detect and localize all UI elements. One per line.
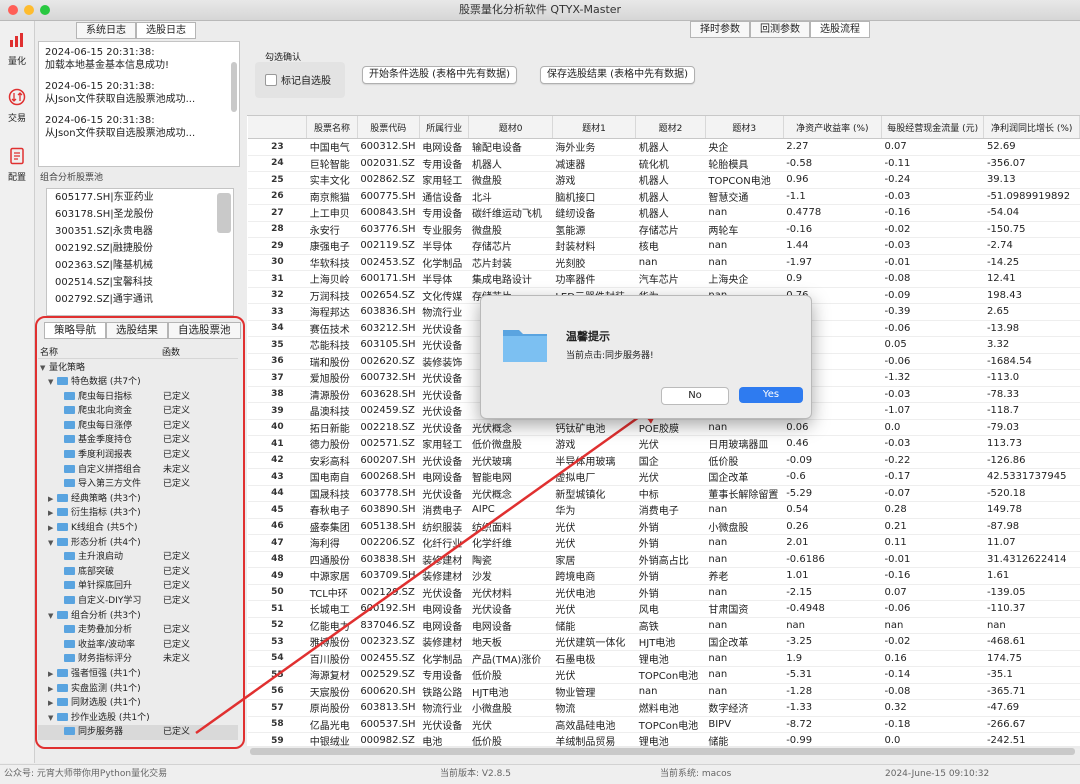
- status-bar: 公众号: 元宵大师带你用Python量化交易 当前版本: V2.8.5 当前系统…: [0, 764, 1080, 784]
- dialog-message: 当前点击:同步服务器!: [566, 351, 654, 361]
- folder-icon: [503, 330, 547, 362]
- status-date: 2024-June-15 09:10:32: [885, 769, 990, 779]
- alert-dialog: 温馨提示 当前点击:同步服务器! No Yes: [480, 295, 812, 419]
- status-version: 当前版本: V2.8.5: [440, 769, 511, 779]
- dialog-title: 温馨提示: [566, 330, 610, 343]
- no-button[interactable]: No: [661, 387, 729, 405]
- arrow-line: [195, 399, 665, 735]
- status-account: 公众号: 元宵大师带你用Python量化交易: [4, 769, 168, 779]
- status-system: 当前系统: macos: [660, 769, 732, 779]
- yes-button[interactable]: Yes: [739, 387, 803, 403]
